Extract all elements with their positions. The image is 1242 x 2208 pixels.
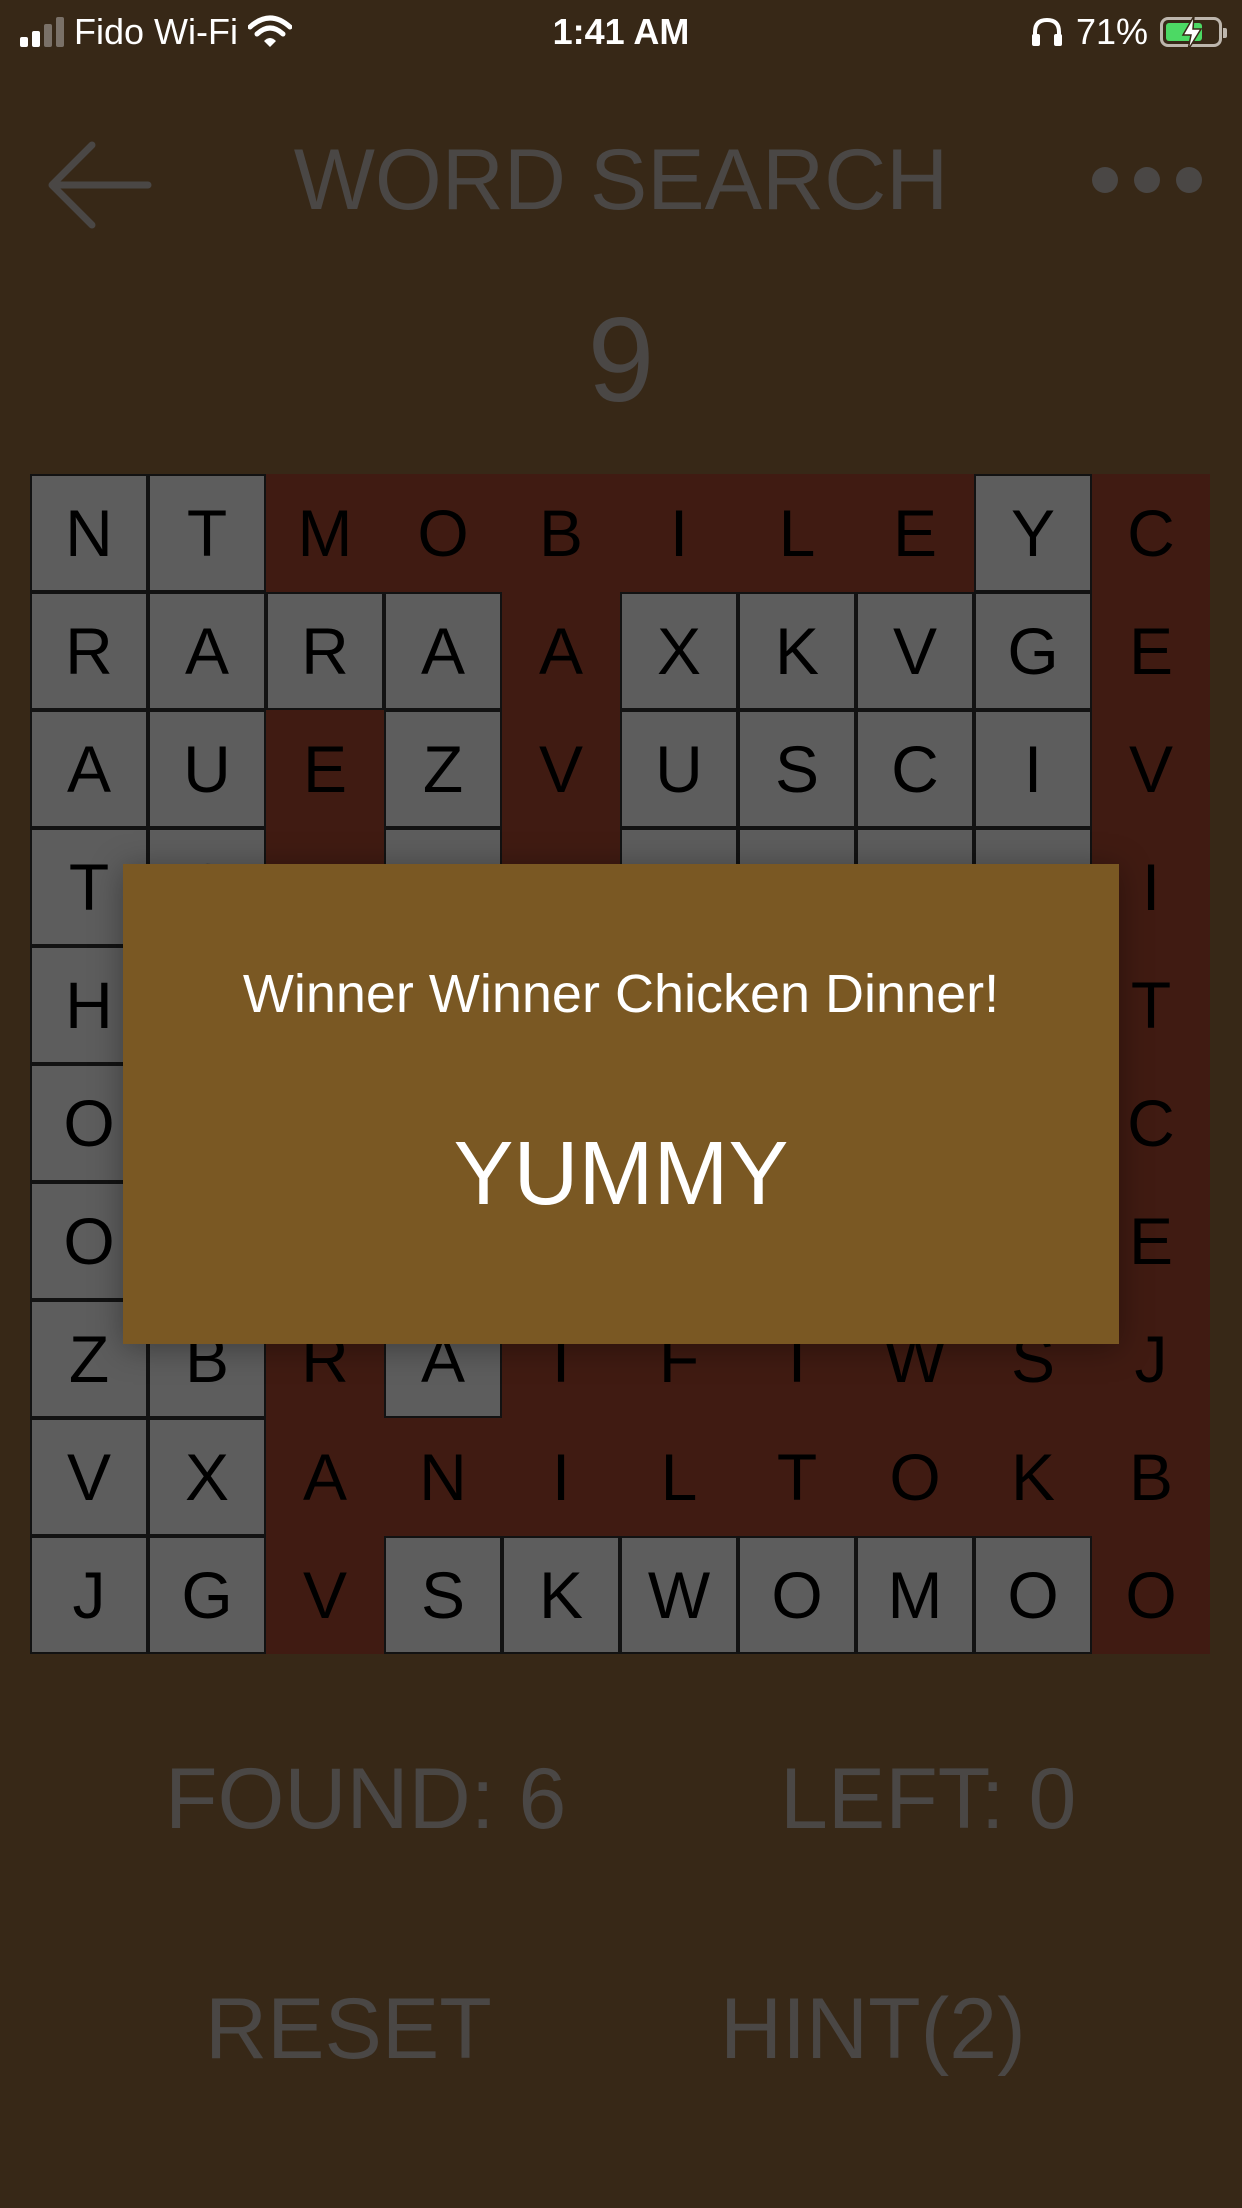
grid-cell-found[interactable]: B: [502, 474, 620, 592]
more-dots-icon: [1092, 167, 1118, 193]
grid-cell[interactable]: C: [856, 710, 974, 828]
grid-cell[interactable]: W: [620, 1536, 738, 1654]
stats-row: FOUND: 6 LEFT: 0: [0, 1750, 1242, 1860]
nav-bar: WORD SEARCH: [0, 110, 1242, 240]
grid-cell[interactable]: K: [738, 592, 856, 710]
more-button[interactable]: [1092, 155, 1202, 205]
page-title: WORD SEARCH: [293, 132, 949, 228]
grid-cell-found[interactable]: N: [384, 1418, 502, 1536]
modal-word: YUMMY: [453, 1124, 789, 1224]
reset-button[interactable]: RESET: [205, 1980, 492, 2079]
grid-cell-found[interactable]: O: [384, 474, 502, 592]
grid-cell-found[interactable]: T: [738, 1418, 856, 1536]
grid-cell[interactable]: J: [30, 1536, 148, 1654]
grid-cell[interactable]: X: [620, 592, 738, 710]
grid-cell[interactable]: O: [974, 1536, 1092, 1654]
grid-cell[interactable]: G: [148, 1536, 266, 1654]
grid-cell[interactable]: Z: [384, 710, 502, 828]
status-right: 71%: [1030, 10, 1227, 54]
grid-cell[interactable]: V: [30, 1418, 148, 1536]
grid-cell[interactable]: Y: [974, 474, 1092, 592]
grid-cell-found[interactable]: A: [502, 592, 620, 710]
grid-cell-found[interactable]: O: [856, 1418, 974, 1536]
grid-cell[interactable]: A: [148, 592, 266, 710]
grid-cell[interactable]: V: [856, 592, 974, 710]
grid-cell[interactable]: N: [30, 474, 148, 592]
left-count: LEFT: 0: [780, 1751, 1077, 1847]
grid-cell-found[interactable]: B: [1092, 1418, 1210, 1536]
battery-charging-icon: [1160, 16, 1227, 50]
grid-cell[interactable]: T: [148, 474, 266, 592]
status-bar: Fido Wi-Fi 1:41 AM 71%: [0, 0, 1242, 64]
grid-cell-found[interactable]: E: [856, 474, 974, 592]
grid-cell-found[interactable]: M: [266, 474, 384, 592]
grid-cell-found[interactable]: I: [620, 474, 738, 592]
grid-cell[interactable]: A: [384, 592, 502, 710]
grid-cell[interactable]: G: [974, 592, 1092, 710]
grid-cell[interactable]: X: [148, 1418, 266, 1536]
grid-cell-found[interactable]: V: [266, 1536, 384, 1654]
headphones-icon: [1031, 17, 1062, 46]
grid-cell[interactable]: R: [30, 592, 148, 710]
winner-modal[interactable]: Winner Winner Chicken Dinner! YUMMY: [123, 864, 1119, 1344]
grid-cell-found[interactable]: E: [266, 710, 384, 828]
found-count: FOUND: 6: [165, 1751, 567, 1847]
grid-cell[interactable]: U: [620, 710, 738, 828]
grid-cell[interactable]: A: [30, 710, 148, 828]
hint-button[interactable]: HINT(2): [720, 1980, 1026, 2079]
grid-cell-found[interactable]: A: [266, 1418, 384, 1536]
grid-cell-found[interactable]: I: [502, 1418, 620, 1536]
grid-cell-found[interactable]: L: [738, 474, 856, 592]
grid-cell-found[interactable]: K: [974, 1418, 1092, 1536]
grid-cell[interactable]: K: [502, 1536, 620, 1654]
grid-cell-found[interactable]: V: [502, 710, 620, 828]
grid-cell-found[interactable]: L: [620, 1418, 738, 1536]
grid-cell[interactable]: O: [738, 1536, 856, 1654]
grid-cell[interactable]: U: [148, 710, 266, 828]
grid-cell[interactable]: I: [974, 710, 1092, 828]
grid-cell[interactable]: S: [738, 710, 856, 828]
actions-row: RESET HINT(2): [0, 1980, 1242, 2090]
grid-cell-found[interactable]: V: [1092, 710, 1210, 828]
grid-cell-found[interactable]: O: [1092, 1536, 1210, 1654]
modal-message: Winner Winner Chicken Dinner!: [242, 964, 1000, 1024]
grid-cell[interactable]: R: [266, 592, 384, 710]
grid-cell[interactable]: S: [384, 1536, 502, 1654]
battery-percent: 71%: [1075, 11, 1148, 52]
grid-cell-found[interactable]: C: [1092, 474, 1210, 592]
grid-cell-found[interactable]: E: [1092, 592, 1210, 710]
puzzle-counter: 9: [587, 293, 655, 427]
grid-cell[interactable]: M: [856, 1536, 974, 1654]
